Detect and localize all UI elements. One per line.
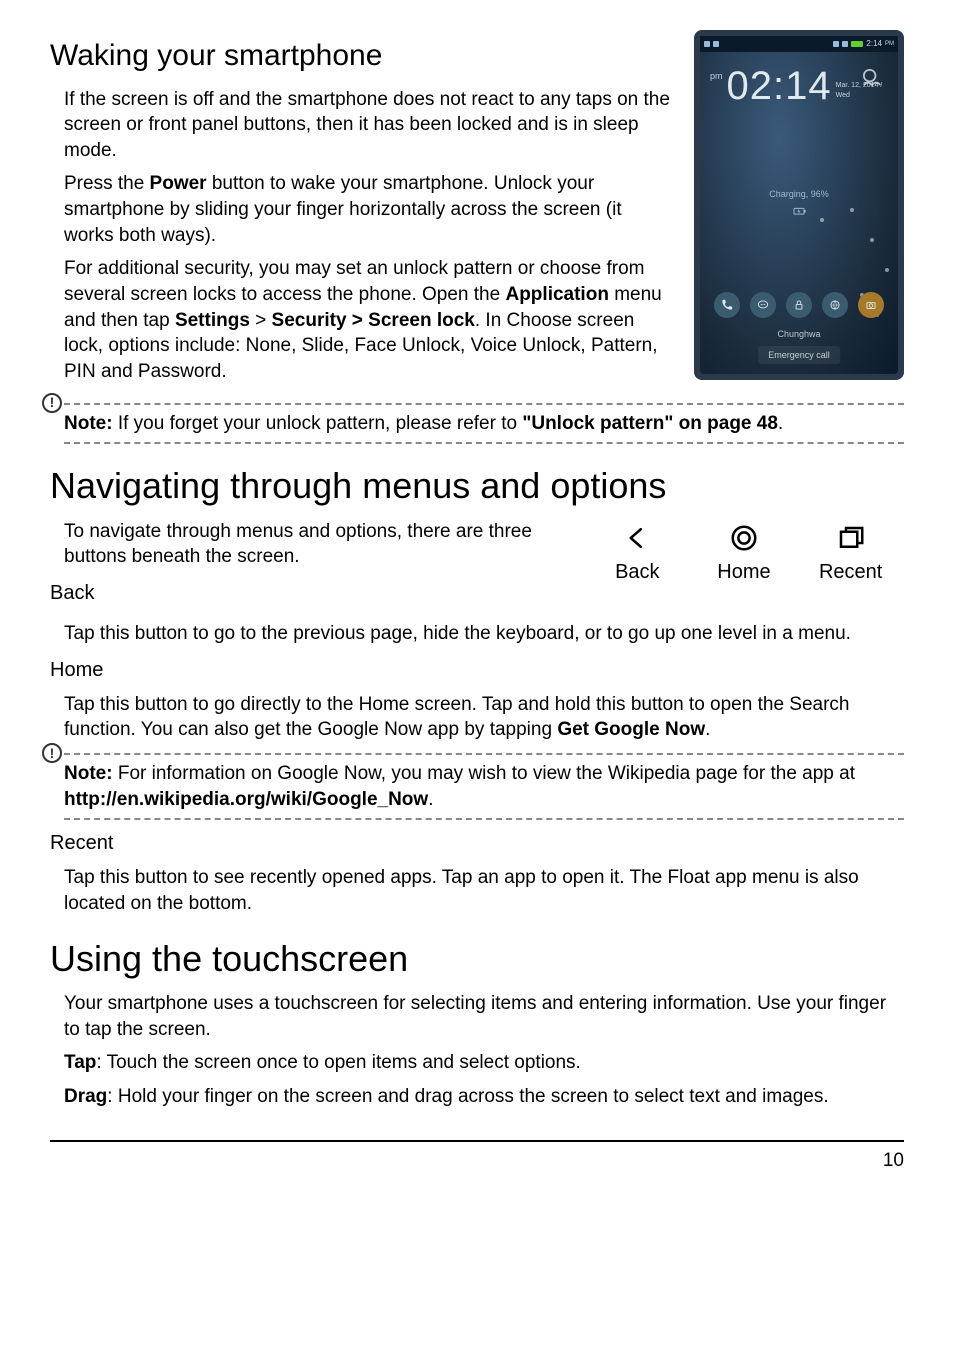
home-icon	[729, 523, 759, 553]
statusbar-time: 2:14	[866, 39, 882, 50]
touch-drag: Drag: Hold your finger on the screen and…	[64, 1084, 904, 1110]
power-label: Power	[150, 173, 207, 194]
emergency-call-button: Emergency call	[758, 346, 840, 364]
cross-ref-link[interactable]: "Unlock pattern" on page 48	[522, 413, 778, 434]
recent-label: Recent	[819, 559, 882, 586]
external-link[interactable]: http://en.wikipedia.org/wiki/Google_Now	[64, 789, 428, 810]
dock-messages-icon	[750, 292, 776, 318]
heading-touchscreen: Using the touchscreen	[50, 935, 904, 984]
home-desc: Tap this button to go directly to the Ho…	[64, 692, 904, 743]
heading-navigating: Navigating through menus and options	[50, 462, 904, 511]
dock-phone-icon	[714, 292, 740, 318]
back-label: Back	[615, 559, 659, 586]
wifi-icon	[833, 41, 839, 47]
back-desc: Tap this button to go to the previous pa…	[64, 621, 904, 647]
home-label: Home	[717, 559, 770, 586]
battery-icon	[851, 41, 863, 47]
status-icon	[713, 41, 719, 47]
weather-icon	[858, 64, 886, 100]
statusbar-pm: PM	[885, 40, 894, 48]
dock-browser-icon	[822, 292, 848, 318]
warning-icon	[42, 393, 62, 413]
dock-lock-icon	[786, 292, 812, 318]
clock-time: 02:14	[727, 66, 832, 106]
signal-icon	[842, 41, 848, 47]
page-divider	[50, 1140, 904, 1142]
touch-p1: Your smartphone uses a touchscreen for s…	[64, 991, 904, 1042]
phone-statusbar: 2:14 PM	[700, 36, 898, 52]
charging-indicator: Charging, 96%	[700, 188, 898, 224]
nav-buttons-diagram: Back Home Recent	[584, 523, 904, 586]
clock-pm: pm	[710, 70, 723, 82]
lockscreen-screenshot: 2:14 PM pm 02:14 Mar. 12, 2014 / Wed	[694, 30, 904, 380]
phone-mock: 2:14 PM pm 02:14 Mar. 12, 2014 / Wed	[694, 30, 904, 380]
note-google-now: Note: For information on Google Now, you…	[50, 753, 904, 820]
lockscreen-dock	[700, 292, 898, 318]
subheading-home: Home	[50, 657, 904, 684]
touch-tap: Tap: Touch the screen once to open items…	[64, 1050, 904, 1076]
back-icon	[622, 523, 652, 553]
page-number: 10	[50, 1148, 904, 1174]
recent-icon	[836, 523, 866, 553]
charging-text: Charging, 96%	[769, 189, 829, 199]
warning-icon	[42, 743, 62, 763]
status-icon	[704, 41, 710, 47]
carrier-label: Chunghwa	[700, 328, 898, 340]
dock-camera-icon	[858, 292, 884, 318]
recent-desc: Tap this button to see recently opened a…	[64, 865, 904, 916]
note-unlock-pattern: Note: If you forget your unlock pattern,…	[50, 403, 904, 445]
subheading-recent: Recent	[50, 830, 904, 857]
